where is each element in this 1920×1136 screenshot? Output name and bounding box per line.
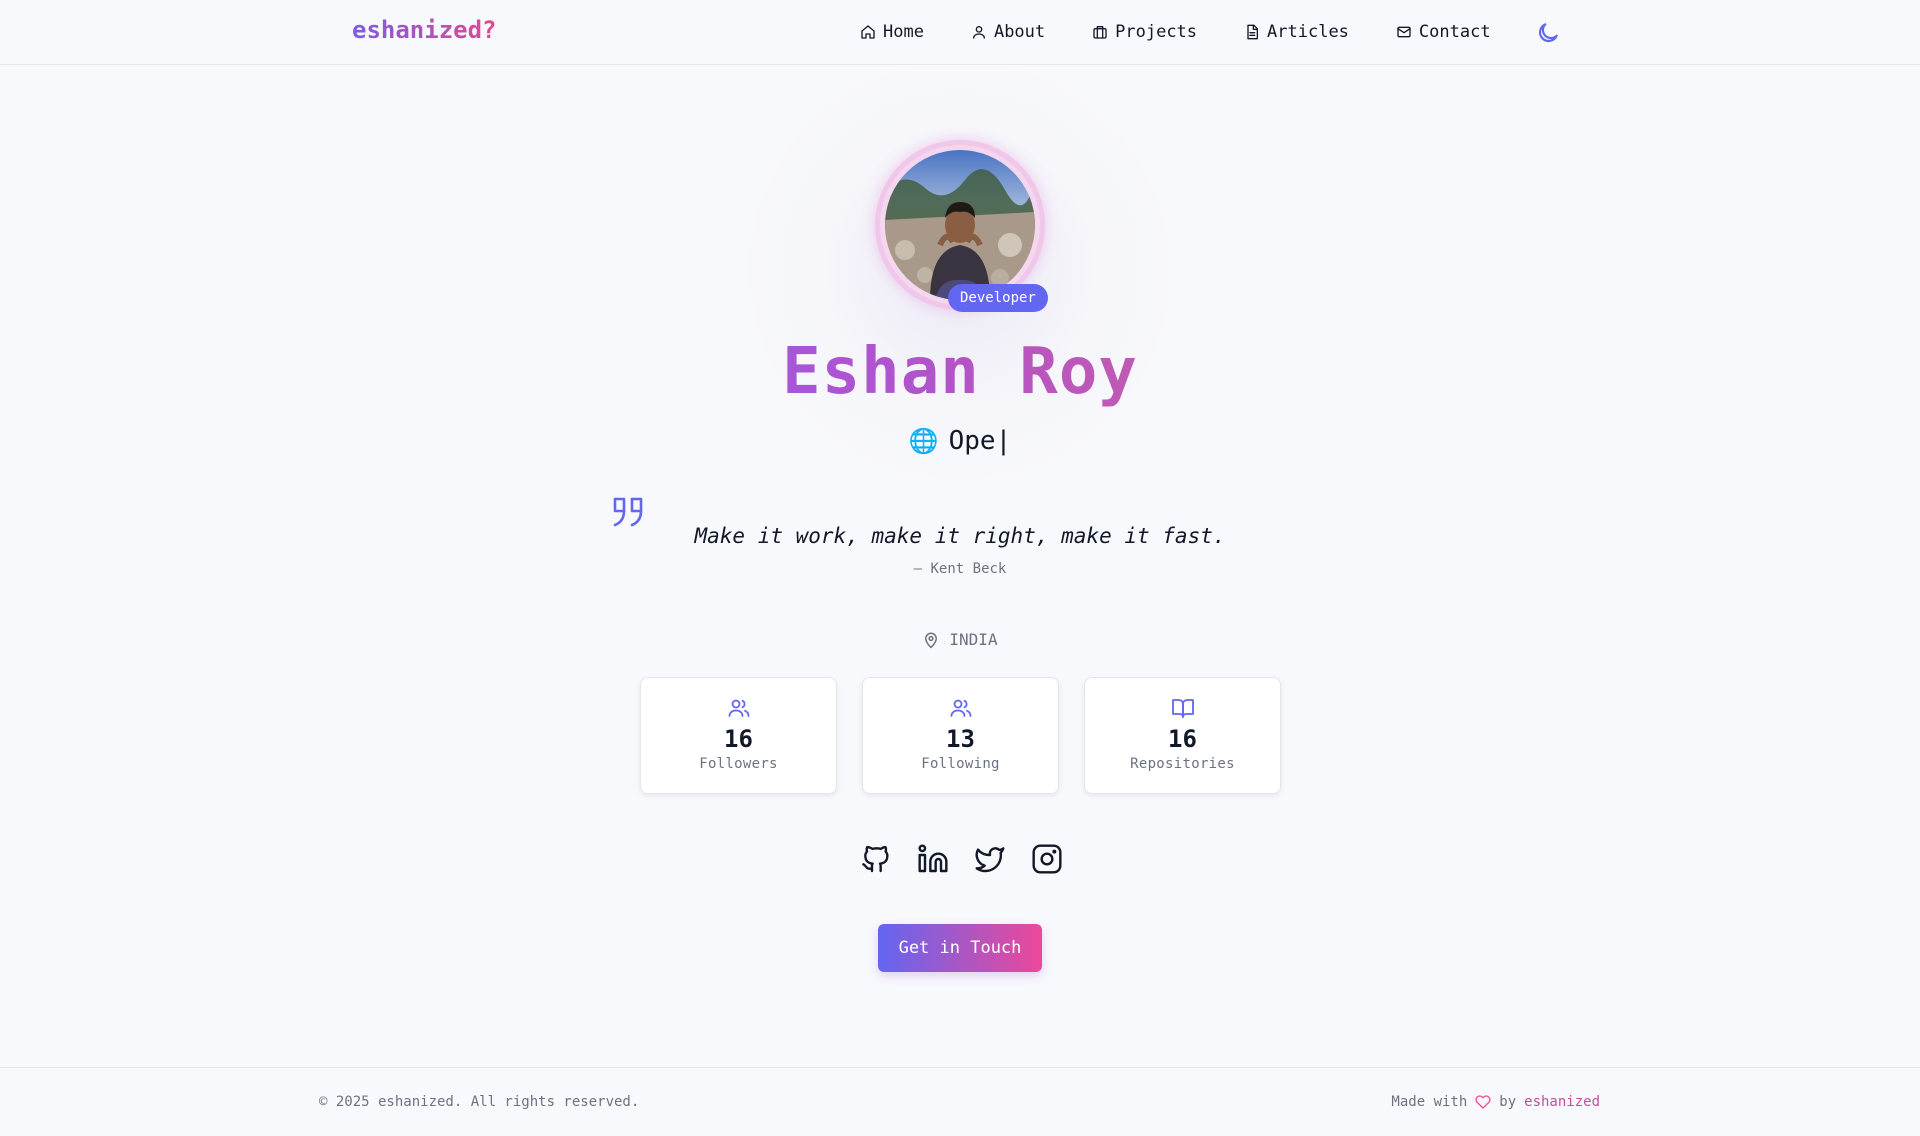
nav-contact-label: Contact bbox=[1418, 22, 1491, 42]
typed-tagline: 🌐 Ope| bbox=[0, 426, 1920, 456]
author-link[interactable]: eshanized bbox=[1524, 1094, 1600, 1110]
nav-about[interactable]: About bbox=[971, 22, 1045, 42]
github-link[interactable] bbox=[860, 843, 892, 875]
twitter-icon bbox=[975, 847, 1005, 873]
typed-text: Ope| bbox=[948, 426, 1012, 456]
role-badge: Developer bbox=[948, 284, 1048, 312]
twitter-link[interactable] bbox=[974, 843, 1006, 875]
profile-photo bbox=[885, 150, 1035, 300]
get-in-touch-button[interactable]: Get in Touch bbox=[878, 924, 1042, 972]
briefcase-icon bbox=[1093, 26, 1107, 39]
moon-icon[interactable] bbox=[1535, 20, 1561, 46]
instagram-icon bbox=[1032, 844, 1062, 874]
location: INDIA bbox=[0, 630, 1920, 649]
home-icon bbox=[861, 25, 875, 39]
nav-articles[interactable]: Articles bbox=[1244, 22, 1349, 42]
instagram-link[interactable] bbox=[1031, 843, 1063, 875]
by-text: by bbox=[1499, 1094, 1517, 1110]
stat-value: 13 bbox=[946, 725, 975, 753]
avatar bbox=[885, 150, 1035, 300]
users-icon bbox=[728, 699, 749, 717]
stat-value: 16 bbox=[724, 725, 753, 753]
stat-label: Followers bbox=[699, 756, 778, 772]
linkedin-icon bbox=[918, 844, 948, 873]
site-footer: © 2025 eshanized. All rights reserved. M… bbox=[0, 1067, 1920, 1136]
globe-emoji: 🌐 bbox=[908, 427, 939, 455]
made-with: Made with by eshanized bbox=[1391, 1094, 1600, 1110]
book-icon bbox=[1171, 699, 1194, 718]
social-links bbox=[860, 843, 1063, 875]
linkedin-link[interactable] bbox=[917, 843, 949, 875]
profile-name: Eshan Roy bbox=[0, 335, 1920, 409]
github-stats: 16 Followers 13 Following 16 Repositorie… bbox=[640, 677, 1281, 794]
stat-following: 13 Following bbox=[862, 677, 1059, 794]
nav-home-label: Home bbox=[883, 22, 924, 42]
quote-author: — Kent Beck bbox=[913, 561, 1007, 577]
github-icon bbox=[862, 845, 889, 873]
quote-text: Make it work, make it right, make it fas… bbox=[694, 524, 1226, 548]
site-logo[interactable]: eshanized? bbox=[352, 16, 497, 44]
mail-icon bbox=[1397, 26, 1411, 38]
location-text: INDIA bbox=[949, 630, 998, 649]
copyright-text: © 2025 eshanized. All rights reserved. bbox=[319, 1094, 640, 1110]
nav-about-label: About bbox=[993, 22, 1046, 42]
map-pin-icon bbox=[925, 632, 938, 648]
profile-name-text: Eshan Roy bbox=[782, 335, 1138, 409]
nav-projects[interactable]: Projects bbox=[1092, 22, 1197, 42]
users-icon bbox=[950, 699, 971, 717]
stat-value: 16 bbox=[1168, 725, 1197, 753]
stat-label: Following bbox=[921, 756, 1000, 772]
heart-icon bbox=[1475, 1095, 1491, 1109]
nav-projects-label: Projects bbox=[1115, 22, 1198, 42]
nav-articles-label: Articles bbox=[1267, 22, 1349, 42]
stat-followers: 16 Followers bbox=[640, 677, 837, 794]
stat-repositories: 16 Repositories bbox=[1084, 677, 1281, 794]
user-icon bbox=[972, 26, 985, 39]
made-with-text: Made with bbox=[1391, 1094, 1468, 1110]
nav-home[interactable]: Home bbox=[860, 22, 924, 42]
document-icon bbox=[1247, 24, 1259, 40]
nav-contact[interactable]: Contact bbox=[1396, 22, 1491, 42]
stat-label: Repositories bbox=[1130, 756, 1235, 772]
